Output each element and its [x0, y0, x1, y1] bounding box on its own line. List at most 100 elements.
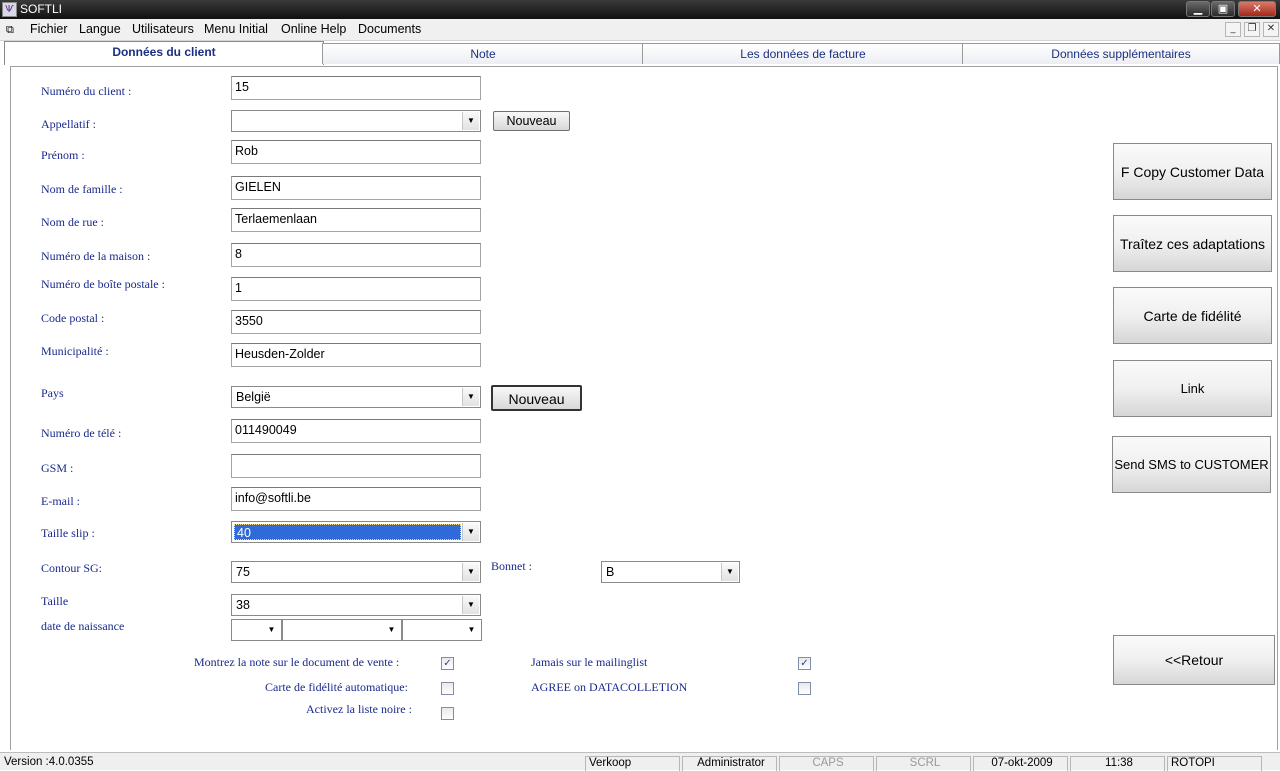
mdi-restore-icon[interactable]: ❐: [1244, 22, 1260, 37]
carte-fidelite-auto-checkbox[interactable]: [441, 682, 454, 695]
label-pays: Pays: [41, 386, 64, 400]
pays-new-button[interactable]: Nouveau: [491, 385, 582, 411]
bonnet-select[interactable]: B ▼: [601, 561, 740, 583]
mdi-close-icon[interactable]: ✕: [1263, 22, 1279, 37]
status-time: 11:38: [1070, 756, 1165, 771]
label-agree-datacolletion: AGREE on DATACOLLETION: [531, 680, 688, 694]
note-sur-document-checkbox[interactable]: ✓: [441, 657, 454, 670]
menu-menu-initial[interactable]: Menu Initial: [204, 22, 268, 36]
label-nom-famille: Nom de famille :: [41, 182, 123, 196]
label-contour-sg: Contour SG:: [41, 561, 103, 575]
menu-fichier[interactable]: Fichier: [30, 22, 68, 36]
link-button[interactable]: Link: [1113, 360, 1272, 417]
status-user: Administrator: [682, 756, 777, 771]
taille-select[interactable]: 38 ▼: [231, 594, 481, 616]
status-company: ROTOPI: [1167, 756, 1262, 771]
menu-bar: ⧉ Fichier Langue Utilisateurs Menu Initi…: [0, 19, 1280, 41]
tab-donnees-client[interactable]: Données du client: [4, 41, 324, 65]
label-appellatif: Appellatif :: [41, 117, 96, 131]
label-date-naissance: date de naissance: [41, 619, 125, 633]
chevron-down-icon[interactable]: ▼: [462, 388, 479, 406]
appellatif-new-button[interactable]: Nouveau: [493, 111, 570, 131]
birth-year-select[interactable]: ▼: [402, 619, 482, 641]
menu-utilisateurs[interactable]: Utilisateurs: [132, 22, 194, 36]
status-date: 07-okt-2009: [973, 756, 1068, 771]
pays-select[interactable]: België ▼: [231, 386, 481, 408]
chevron-down-icon[interactable]: ▼: [721, 563, 738, 581]
liste-noire-checkbox[interactable]: [441, 707, 454, 720]
close-icon[interactable]: ✕: [1238, 1, 1276, 17]
label-telephone: Numéro de télé :: [41, 426, 122, 440]
birth-month-select[interactable]: ▼: [282, 619, 402, 641]
menu-documents[interactable]: Documents: [358, 22, 421, 36]
jamais-mailinglist-checkbox[interactable]: ✓: [798, 657, 811, 670]
nom-rue-field[interactable]: Terlaemenlaan: [231, 208, 481, 232]
label-liste-noire: Activez la liste noire :: [306, 702, 412, 716]
window-title: SOFTLI: [20, 2, 63, 16]
status-version: Version :4.0.0355: [4, 756, 94, 768]
label-email: E-mail :: [41, 494, 80, 508]
boite-postale-field[interactable]: 1: [231, 277, 481, 301]
mdi-minimize-icon[interactable]: _: [1225, 22, 1241, 37]
status-caps: CAPS: [779, 756, 874, 771]
copy-customer-data-button[interactable]: F Copy Customer Data: [1113, 143, 1272, 200]
status-mode: Verkoop: [585, 756, 680, 771]
chevron-down-icon[interactable]: ▼: [462, 523, 479, 541]
agree-datacolletion-checkbox[interactable]: [798, 682, 811, 695]
label-numero-maison: Numéro de la maison :: [41, 249, 151, 263]
tab-note[interactable]: Note: [322, 43, 644, 64]
pays-value: België: [236, 390, 271, 404]
minimize-icon[interactable]: ▁: [1186, 1, 1210, 17]
taille-value: 38: [236, 598, 250, 612]
numero-maison-field[interactable]: 8: [231, 243, 481, 267]
label-carte-fidelite-auto: Carte de fidélité automatique:: [265, 680, 408, 694]
status-bar: Version :4.0.0355 Verkoop Administrator …: [0, 752, 1280, 771]
chevron-down-icon[interactable]: ▼: [383, 621, 400, 639]
taille-slip-select[interactable]: 40 ▼: [231, 521, 481, 543]
chevron-down-icon[interactable]: ▼: [462, 112, 479, 130]
contour-sg-value: 75: [236, 565, 250, 579]
tab-donnees-facture[interactable]: Les données de facture: [642, 43, 964, 64]
menu-langue[interactable]: Langue: [79, 22, 121, 36]
label-municipalite: Municipalité :: [41, 344, 109, 358]
prenom-field[interactable]: Rob: [231, 140, 481, 164]
taille-slip-value: 40: [234, 524, 461, 540]
label-gsm: GSM :: [41, 461, 74, 475]
label-nom-rue: Nom de rue :: [41, 215, 104, 229]
menu-online-help[interactable]: Online Help: [281, 22, 346, 36]
chevron-down-icon[interactable]: ▼: [462, 596, 479, 614]
traitez-adaptations-button[interactable]: Traîtez ces adaptations: [1113, 215, 1272, 272]
softli-logo-icon: Ѱ: [2, 2, 17, 17]
gsm-field[interactable]: [231, 454, 481, 478]
label-jamais-mailinglist: Jamais sur le mailinglist: [531, 655, 648, 669]
label-numero-client: Numéro du client :: [41, 84, 132, 98]
contour-sg-select[interactable]: 75 ▼: [231, 561, 481, 583]
numero-client-field[interactable]: 15: [231, 76, 481, 100]
tab-donnees-supplementaires[interactable]: Données supplémentaires: [962, 43, 1280, 64]
nom-famille-field[interactable]: GIELEN: [231, 176, 481, 200]
municipalite-field[interactable]: Heusden-Zolder: [231, 343, 481, 367]
label-note-sur-document: Montrez la note sur le document de vente…: [194, 655, 400, 669]
email-field[interactable]: info@softli.be: [231, 487, 481, 511]
label-bonnet: Bonnet :: [491, 559, 532, 573]
code-postal-field[interactable]: 3550: [231, 310, 481, 334]
appellatif-select[interactable]: ▼: [231, 110, 481, 132]
title-bar: Ѱ SOFTLI ▁ ▣ ✕: [0, 0, 1280, 19]
chevron-down-icon[interactable]: ▼: [263, 621, 280, 639]
chevron-down-icon[interactable]: ▼: [463, 621, 480, 639]
chevron-down-icon[interactable]: ▼: [462, 563, 479, 581]
label-boite-postale: Numéro de boîte postale :: [41, 277, 165, 291]
label-taille: Taille: [41, 594, 69, 608]
send-sms-button[interactable]: Send SMS to CUSTOMER: [1112, 436, 1271, 493]
status-scrl: SCRL: [876, 756, 971, 771]
tab-strip: Données du client Note Les données de fa…: [0, 41, 1280, 65]
bonnet-value: B: [606, 565, 615, 579]
label-taille-slip: Taille slip :: [41, 526, 95, 540]
restore-icon[interactable]: ▣: [1211, 1, 1235, 17]
telephone-field[interactable]: 011490049: [231, 419, 481, 443]
birth-day-select[interactable]: ▼: [231, 619, 282, 641]
retour-button[interactable]: <<Retour: [1113, 635, 1275, 685]
label-code-postal: Code postal :: [41, 311, 105, 325]
carte-fidelite-button[interactable]: Carte de fidélité: [1113, 287, 1272, 344]
system-menu-icon[interactable]: ⧉: [6, 23, 14, 37]
